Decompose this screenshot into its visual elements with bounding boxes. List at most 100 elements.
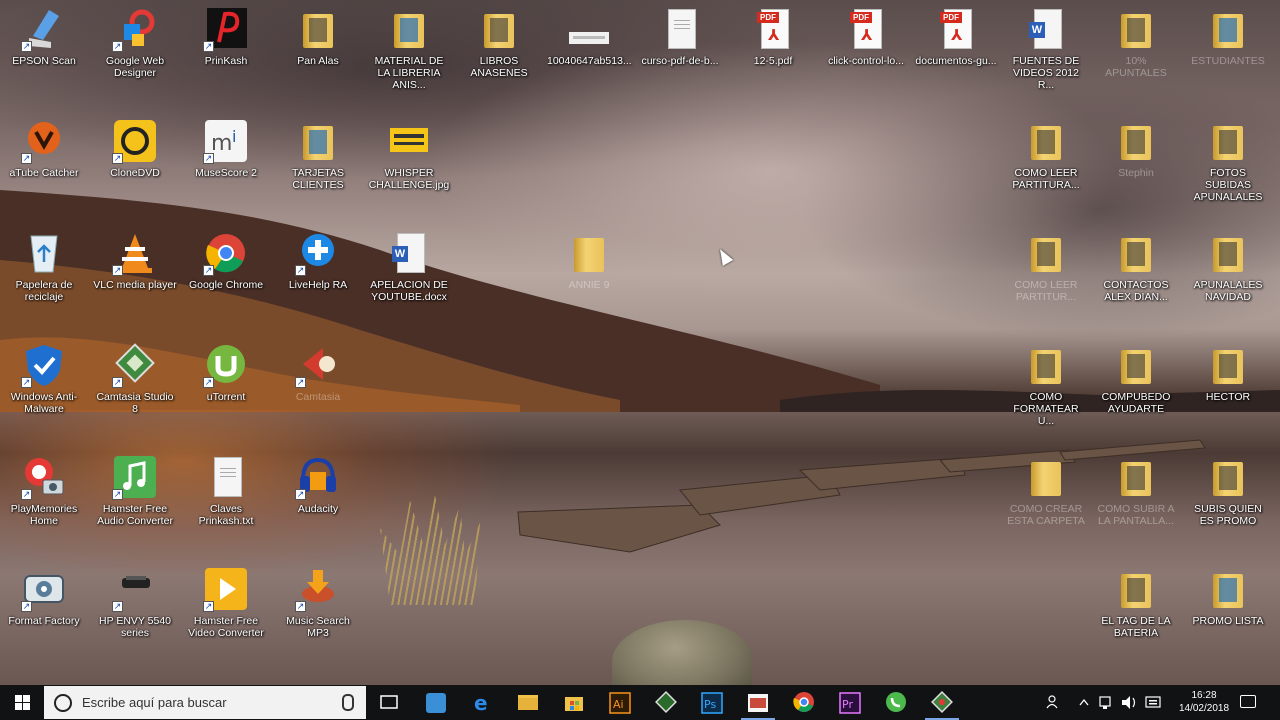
desktop-icon-vlc[interactable]: ↗ VLC media player: [93, 230, 177, 291]
icon-label: COMO LEER PARTITURA...: [1012, 167, 1080, 191]
desktop-icon-hector[interactable]: HECTOR: [1186, 342, 1270, 403]
desktop-icon-contactos-alex[interactable]: CONTACTOS ALEX DIAN...: [1094, 230, 1178, 303]
svg-text:Ps: Ps: [704, 698, 716, 711]
folder-icon: [295, 118, 341, 164]
desktop-icon-livehelp[interactable]: ↗ LiveHelp RA: [276, 230, 360, 291]
desktop-icon-stephin[interactable]: Stephin: [1094, 118, 1178, 179]
task-view-button[interactable]: [368, 685, 410, 720]
desktop-icon-epson-scan[interactable]: ↗ EPSON Scan: [2, 6, 86, 67]
desktop-icon-camtasia-studio[interactable]: ↗ Camtasia Studio 8: [93, 342, 177, 415]
shield-icon: ↗: [21, 342, 67, 388]
epson-scan-icon: ↗: [21, 6, 67, 52]
desktop-icon-google-chrome[interactable]: ↗ Google Chrome: [184, 230, 268, 291]
taskbar-app-calculator[interactable]: [415, 685, 457, 720]
people-icon[interactable]: [1046, 695, 1058, 709]
folder-icon: [566, 230, 612, 276]
desktop-icon-apelacion-youtube[interactable]: W APELACION DE YOUTUBE.docx: [367, 230, 451, 303]
desktop-icon-utorrent[interactable]: ↗ uTorrent: [184, 342, 268, 403]
desktop-icon-como-subir[interactable]: COMO SUBIR A LA PANTALLA...: [1094, 454, 1178, 527]
desktop-icon-fotos-subidas[interactable]: FOTOS SUBIDAS APUNALALES: [1186, 118, 1270, 203]
taskbar-app-store[interactable]: [553, 685, 595, 720]
taskbar-app-camtasia-recorder[interactable]: [921, 685, 963, 720]
language-icon[interactable]: [1145, 696, 1161, 708]
camtasia-recorder-icon: ↗: [295, 342, 341, 388]
taskbar-app-premiere[interactable]: Pr: [829, 685, 871, 720]
icon-label: aTube Catcher: [9, 167, 79, 179]
desktop-icon-atube-catcher[interactable]: ↗ aTube Catcher: [2, 118, 86, 179]
icon-label: Google Chrome: [188, 279, 264, 291]
desktop-icon-camtasia-recorder[interactable]: ↗ Camtasia: [276, 342, 360, 403]
desktop-icon-como-leer-partitura[interactable]: COMO LEER PARTITURA...: [1004, 118, 1088, 191]
folder-icon: [1023, 454, 1069, 500]
desktop-icon-el-tag-bateria[interactable]: EL TAG DE LA BATERIA: [1094, 566, 1178, 639]
desktop-icon-format-factory[interactable]: ↗ Format Factory: [2, 566, 86, 627]
google-web-designer-icon: ↗: [112, 6, 158, 52]
icon-label: MATERIAL DE LA LIBRERIA ANIS...: [374, 55, 444, 91]
action-center-icon[interactable]: [1240, 695, 1256, 708]
desktop-icon-playmemories[interactable]: ↗ PlayMemories Home: [2, 454, 86, 527]
desktop-icon-pdf-1[interactable]: PDF ⅄ 12-5.pdf: [731, 6, 815, 67]
desktop-icon-clonedvd[interactable]: ↗ CloneDVD: [93, 118, 177, 179]
taskbar-app-photoshop[interactable]: Ps: [691, 685, 733, 720]
desktop-icon-curso-pdf[interactable]: curso-pdf-de-b...: [638, 6, 722, 67]
desktop-icon-anti-malware[interactable]: ↗ Windows Anti-Malware: [2, 342, 86, 415]
network-icon[interactable]: [1099, 696, 1111, 709]
taskbar-app-camtasia[interactable]: [645, 685, 687, 720]
desktop-icon-material-libreria[interactable]: MATERIAL DE LA LIBRERIA ANIS...: [367, 6, 451, 91]
desktop-icon-hamster-audio[interactable]: ↗ Hamster Free Audio Converter: [93, 454, 177, 527]
desktop-icon-folder-estudiantes[interactable]: ESTUDIANTES: [1186, 6, 1270, 67]
microphone-icon[interactable]: [342, 694, 354, 711]
desktop-icon-whisper-challenge[interactable]: WHISPER CHALLENGE.jpg: [367, 118, 451, 191]
desktop-icon-audacity[interactable]: ↗ Audacity: [276, 454, 360, 515]
desktop-icon-fuentes-videos[interactable]: W FUENTES DE VIDEOS 2012 R...: [1004, 6, 1088, 91]
desktop-icon-subis-quien[interactable]: SUBIS QUIEN ES PROMO: [1186, 454, 1270, 527]
desktop-icon-musescore[interactable]: mi ↗ MuseScore 2: [184, 118, 268, 179]
desktop-icon-hamster-video[interactable]: ↗ Hamster Free Video Converter: [184, 566, 268, 639]
clock-date: 14/02/2018: [1178, 703, 1230, 714]
icon-label: Pan Alas: [297, 55, 339, 67]
printer-icon: ↗: [112, 566, 158, 612]
taskbar-app-whatsapp[interactable]: [875, 685, 917, 720]
taskbar-app-chrome[interactable]: [783, 685, 825, 720]
desktop-icon-tarjetas-clientes[interactable]: TARJETAS CLIENTES: [276, 118, 360, 191]
desktop-icon-prinkash[interactable]: ↗ PrinKash: [184, 6, 268, 67]
icon-label: curso-pdf-de-b...: [641, 55, 719, 67]
taskbar-app-edge[interactable]: e: [461, 685, 503, 720]
desktop-icon-claves-prinkash[interactable]: Claves Prinkash.txt: [184, 454, 268, 527]
icon-label: Stephin: [1118, 167, 1154, 179]
illustrator-icon: Ai: [609, 692, 631, 714]
desktop-icon-promo-lista[interactable]: PROMO LISTA: [1186, 566, 1270, 627]
icon-label: COMPUBEDO AYUDARTE: [1101, 391, 1171, 415]
desktop-icon-pdf-3[interactable]: PDF ⅄ documentos-gu...: [914, 6, 998, 67]
volume-icon[interactable]: [1122, 696, 1136, 709]
folder-icon: [476, 6, 522, 52]
music-search-icon: ↗: [295, 566, 341, 612]
desktop-icon-como-formatear[interactable]: COMO FORMATEAR U...: [1004, 342, 1088, 427]
icon-label: 10% APUNTALES: [1105, 55, 1167, 79]
folder-icon: [1023, 342, 1069, 388]
chevron-up-icon[interactable]: [1079, 698, 1089, 706]
icon-label: WHISPER CHALLENGE.jpg: [368, 167, 450, 191]
desktop-icon-libros[interactable]: LIBROS ANASENES: [457, 6, 541, 79]
desktop-icon-recycle-bin[interactable]: Papelera de reciclaje: [2, 230, 86, 303]
desktop-icon-annie-9[interactable]: ANNIE 9: [547, 230, 631, 291]
desktop-icon-compubedo[interactable]: COMPUBEDO AYUDARTE: [1094, 342, 1178, 415]
taskbar-app-image-viewer[interactable]: [737, 685, 779, 720]
taskbar-app-file-explorer[interactable]: [507, 685, 549, 720]
desktop-icon-como-leer-partitur[interactable]: COMO LEER PARTITUR...: [1004, 230, 1088, 303]
desktop-icon-pan-alas[interactable]: Pan Alas: [276, 6, 360, 67]
icon-label: LiveHelp RA: [288, 279, 348, 291]
taskbar-app-illustrator[interactable]: Ai: [599, 685, 641, 720]
start-button[interactable]: [0, 685, 44, 720]
desktop-icon-music-search[interactable]: ↗ Music Search MP3: [276, 566, 360, 639]
desktop-icon-apunalales-navidad[interactable]: APUNALALES NAVIDAD: [1186, 230, 1270, 303]
desktop-icon-folder-apuntales[interactable]: 10% APUNTALES: [1094, 6, 1178, 79]
taskbar-search-box[interactable]: Escribe aquí para buscar: [44, 686, 366, 719]
taskbar-clock[interactable]: 16:28 14/02/2018: [1178, 689, 1230, 715]
desktop-icon-google-web-designer[interactable]: ↗ Google Web Designer: [93, 6, 177, 79]
desktop-icon-como-crear-carpeta[interactable]: COMO CREAR ESTA CARPETA: [1004, 454, 1088, 527]
desktop-icon-image-file[interactable]: 10040647ab513...: [547, 6, 632, 67]
desktop-icon-hp-envy[interactable]: ↗ HP ENVY 5540 series: [93, 566, 177, 639]
pdf-icon: PDF ⅄: [750, 6, 796, 52]
desktop-icon-pdf-2[interactable]: PDF ⅄ click-control-lo...: [824, 6, 908, 67]
